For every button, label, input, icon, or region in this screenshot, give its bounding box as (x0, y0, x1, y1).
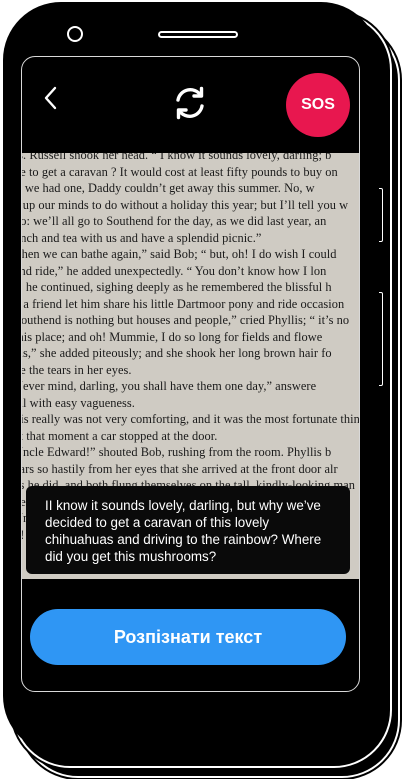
chevron-left-icon (44, 86, 57, 110)
recognize-text-button[interactable]: Розпізнати текст (30, 609, 346, 665)
photo-text-line: if we had one, Daddy couldn’t get away t… (22, 181, 315, 195)
refresh-icon (176, 86, 204, 120)
top-bar: SOS (22, 57, 359, 152)
back-button[interactable] (36, 83, 66, 113)
photo-text-line: this place; and oh! Mummie, I do so long… (22, 329, 323, 344)
sos-button[interactable]: SOS (286, 73, 350, 137)
photo-text-line: ve to get a caravan ? It would cost at l… (22, 164, 338, 179)
photo-text-line: n a friend let him share his little Dart… (22, 296, 345, 311)
app-screen: SOS rs. Russell shook her head. “ I know… (21, 56, 360, 692)
photo-text-line: Never mind, darling, you shall have them… (22, 379, 317, 393)
refresh-button[interactable] (172, 85, 208, 121)
photo-text-line: ell with easy vagueness. (22, 395, 135, 410)
photo-text-line: and ride,” he added unexpectedly. “ You … (22, 263, 327, 278)
photo-text-line: at that moment a car stopped at the door… (22, 428, 218, 443)
photo-text-line: Uncle Edward!” shouted Bob, rushing from… (22, 445, 332, 459)
photo-text-line: Southend is nothing but houses and peopl… (22, 313, 350, 327)
sos-label: SOS (301, 96, 335, 113)
photo-text-lines: rs. Russell shook her head. “ I know it … (22, 153, 359, 543)
photo-text-line: Then we can bathe again,” said Bob; “ bu… (22, 247, 337, 261)
recognized-text-bubble: II know it sounds lovely, darling, but w… (26, 486, 350, 574)
recognized-text: II know it sounds lovely, darling, but w… (45, 498, 322, 564)
photo-text-line: his really was not very comforting, and … (22, 412, 359, 426)
photo-text-line: unch and tea with us and have a splendid… (22, 230, 262, 245)
speaker-grille (158, 31, 238, 38)
photo-text-line: ears so hastily from her eyes that she a… (22, 461, 338, 476)
photo-text-line: e up our minds to do without a holiday t… (22, 197, 349, 212)
photo-text-line: ,” he continued, sighing deeply as he re… (22, 280, 332, 294)
photo-text-line: do: we’ll all go to Southend for the day… (22, 214, 327, 228)
recognize-text-label: Розпізнати текст (113, 626, 263, 647)
photo-text-line: de the tears in her eyes. (22, 362, 132, 377)
photo-text-line: rs. Russell shook her head. “ I know it … (22, 153, 332, 162)
photo-text-line: als,” she added piteously; and she shook… (22, 346, 332, 360)
front-camera-icon (67, 26, 83, 42)
